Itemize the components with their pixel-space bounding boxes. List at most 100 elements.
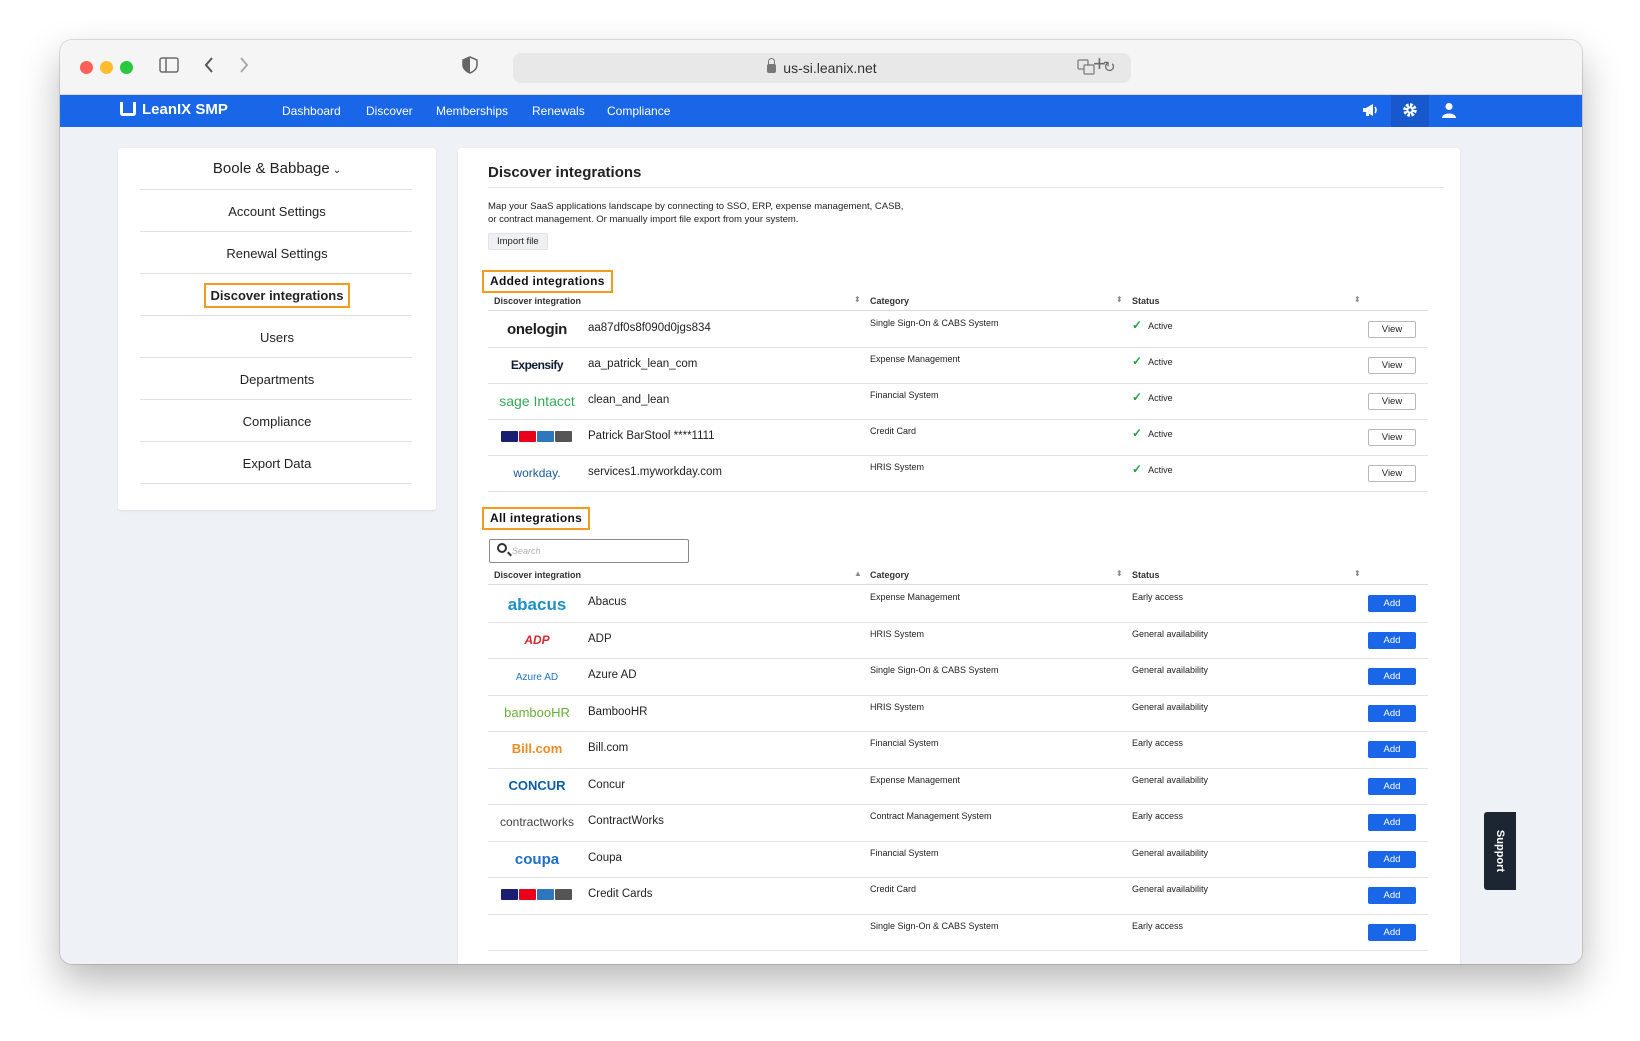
view-button[interactable]: View — [1368, 393, 1416, 410]
org-switcher[interactable]: Boole & Babbage ⌄ — [118, 160, 436, 177]
logo-text: bambooHR — [504, 704, 570, 720]
sidebar-item-discover-integrations[interactable]: Discover integrations — [118, 283, 436, 308]
back-icon[interactable] — [203, 56, 215, 78]
integration-search[interactable] — [489, 539, 689, 563]
integration-category: Financial System — [870, 390, 939, 400]
view-button[interactable]: View — [1368, 357, 1416, 374]
column-integration[interactable]: Discover integration — [494, 296, 581, 306]
status-text: Early access — [1132, 592, 1184, 602]
status-text: Early access — [1132, 811, 1184, 821]
sort-icon[interactable]: ⬍ — [1354, 569, 1361, 578]
integration-category: Financial System — [870, 738, 939, 748]
announcements-icon[interactable] — [1351, 95, 1389, 127]
integration-status: General availability — [1132, 629, 1208, 639]
page-title: Discover integrations — [488, 164, 642, 181]
integration-row: bambooHR BambooHR HRIS System General avail… — [488, 696, 1428, 732]
column-category[interactable]: Category — [870, 570, 909, 580]
status-text: Active — [1148, 321, 1173, 331]
view-button[interactable]: View — [1368, 321, 1416, 338]
app-navbar: LeanIX SMP Dashboard Discover Membership… — [60, 95, 1582, 127]
integration-status: General availability — [1132, 665, 1208, 675]
sort-icon[interactable]: ⬍ — [1116, 295, 1123, 304]
column-integration[interactable]: Discover integration — [494, 570, 581, 580]
divider — [140, 273, 412, 274]
sidebar-item-departments[interactable]: Departments — [118, 372, 436, 387]
integration-category: Single Sign-On & CABS System — [870, 665, 999, 675]
add-button[interactable]: Add — [1368, 850, 1416, 868]
integration-name: services1.myworkday.com — [588, 466, 722, 478]
integration-category: Credit Card — [870, 426, 917, 436]
integration-logo: bambooHR — [488, 705, 586, 720]
status-text: Active — [1148, 465, 1173, 475]
zoom-window-button[interactable] — [120, 61, 133, 74]
add-button[interactable]: Add — [1368, 923, 1416, 941]
sort-icon[interactable]: ⬍ — [1116, 569, 1123, 578]
integration-logo: Azure AD — [488, 668, 586, 683]
integration-row: contractworks ContractWorks Contract Manag… — [488, 805, 1428, 842]
nav-compliance[interactable]: Compliance — [607, 104, 670, 118]
minimize-window-button[interactable] — [100, 61, 113, 74]
leanix-logo-icon — [120, 102, 136, 116]
add-button[interactable]: Add — [1368, 668, 1416, 686]
view-button[interactable]: View — [1368, 465, 1416, 482]
logo-text: workday. — [513, 466, 561, 480]
logo-text: onelogin — [506, 321, 568, 338]
user-profile-icon[interactable] — [1430, 95, 1468, 127]
nav-renewals[interactable]: Renewals — [532, 104, 585, 118]
sort-asc-icon[interactable]: ▲ — [854, 569, 862, 578]
integration-row: Single Sign-On & CABS System Early access… — [488, 915, 1428, 951]
check-icon: ✓ — [1132, 354, 1143, 368]
integration-logo: onelogin — [488, 321, 586, 338]
integration-logo — [488, 429, 586, 445]
add-button[interactable]: Add — [1368, 741, 1416, 759]
search-input[interactable] — [512, 543, 682, 559]
integration-name: Bill.com — [588, 742, 629, 755]
column-category[interactable]: Category — [870, 296, 909, 306]
view-button[interactable]: View — [1368, 429, 1416, 446]
integration-logo: abacus — [488, 595, 586, 615]
new-tab-icon[interactable]: + — [1093, 53, 1106, 75]
sidebar-item-renewal-settings[interactable]: Renewal Settings — [118, 246, 436, 261]
sidebar-toggle-icon[interactable] — [159, 57, 179, 77]
status-text: Active — [1148, 357, 1173, 367]
integration-status: Early access — [1132, 921, 1183, 931]
support-tab[interactable]: Support — [1484, 812, 1516, 890]
sort-icon[interactable]: ⬍ — [854, 295, 861, 304]
status-text: Early access — [1132, 738, 1184, 748]
add-button[interactable]: Add — [1368, 814, 1416, 832]
add-button[interactable]: Add — [1368, 887, 1416, 905]
sidebar-item-export-data[interactable]: Export Data — [118, 456, 436, 471]
sidebar-item-compliance[interactable]: Compliance — [118, 414, 436, 429]
nav-memberships[interactable]: Memberships — [436, 104, 508, 118]
check-icon: ✓ — [1132, 462, 1143, 476]
all-integrations-heading: All integrations — [482, 507, 591, 530]
integration-name: Coupa — [588, 851, 622, 864]
integration-row: abacus Abacus Expense Management Early acce… — [488, 586, 1428, 623]
settings-gear-icon[interactable] — [1391, 95, 1429, 127]
integration-name: Patrick BarStool ****1111 — [588, 430, 715, 442]
credit-card-logos-icon — [501, 888, 573, 903]
integration-category: Expense Management — [870, 354, 961, 364]
integration-category: HRIS System — [870, 462, 925, 472]
sort-icon[interactable]: ⬍ — [1354, 295, 1361, 304]
import-file-button[interactable]: Import file — [488, 233, 548, 250]
nav-discover[interactable]: Discover — [366, 104, 413, 118]
sidebar-item-users[interactable]: Users — [118, 330, 436, 345]
privacy-shield-icon[interactable] — [462, 56, 478, 78]
close-window-button[interactable] — [80, 61, 93, 74]
integration-row: Expensify aa_patrick_lean_com Expense Mana… — [488, 348, 1428, 384]
divider — [488, 187, 1444, 188]
add-button[interactable]: Add — [1368, 777, 1416, 795]
forward-icon[interactable] — [238, 56, 250, 78]
column-status[interactable]: Status — [1132, 570, 1160, 580]
brand-logo[interactable]: LeanIX SMP — [120, 101, 228, 118]
add-button[interactable]: Add — [1368, 595, 1416, 613]
column-status[interactable]: Status — [1132, 296, 1160, 306]
address-bar[interactable]: us-si.leanix.net ↻ — [513, 53, 1131, 83]
sidebar-item-account-settings[interactable]: Account Settings — [118, 204, 436, 219]
org-name: Boole & Babbage — [212, 160, 330, 177]
add-button[interactable]: Add — [1368, 704, 1416, 722]
add-button[interactable]: Add — [1368, 631, 1416, 649]
integration-row: coupa Coupa Financial System General availa… — [488, 842, 1428, 878]
nav-dashboard[interactable]: Dashboard — [282, 104, 341, 118]
